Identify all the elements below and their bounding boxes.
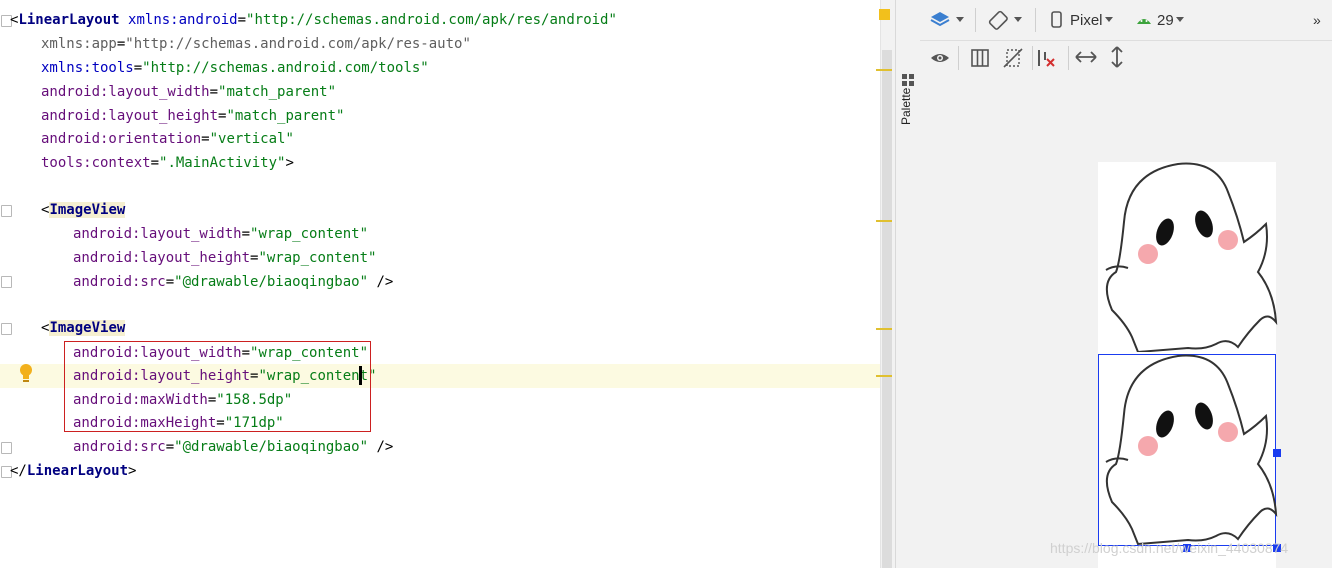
toolbar-separator [1068, 46, 1069, 70]
watermark-text: https://blog.csdn.net/weixin_44030874 [1050, 540, 1289, 556]
code-line-19: </LinearLayout> [10, 463, 137, 479]
xml-code-editor[interactable]: <LinearLayout xmlns:android="http://sche… [0, 0, 880, 568]
code-line-9: android:layout_width="wrap_content" [73, 226, 369, 242]
code-line-11: android:src="@drawable/biaoqingbao" /> [73, 274, 394, 290]
api-level: 29 [1157, 11, 1174, 29]
vertical-resize-icon[interactable] [1110, 46, 1124, 68]
error-stripe-mark[interactable] [876, 220, 892, 222]
toolbar-separator [975, 8, 976, 32]
design-surface-layers-icon[interactable] [930, 11, 964, 29]
chevron-down-icon [1104, 17, 1113, 22]
api-level-selector[interactable]: 29 [1135, 10, 1186, 30]
toolbar-separator [958, 46, 959, 70]
fold-marker[interactable] [1, 442, 12, 454]
toolbar-separator [1032, 46, 1033, 70]
code-line-6: android:orientation="vertical" [41, 131, 294, 147]
preview-toolbar-second [920, 41, 1332, 75]
device-selector[interactable]: Pixel [1050, 10, 1115, 30]
code-line-imageview-2: <ImageView [41, 320, 126, 336]
ghost-image-2[interactable] [1098, 354, 1278, 546]
scrollbar-thumb[interactable] [882, 50, 892, 568]
resize-handle-right[interactable] [1273, 449, 1281, 457]
clear-constraints-icon[interactable] [1035, 47, 1057, 69]
code-line-1: <LinearLayout xmlns:android="http://sche… [10, 12, 617, 28]
fold-marker[interactable] [1, 205, 12, 217]
phone-icon [1051, 11, 1062, 28]
code-line-10: android:layout_height="wrap_content" [73, 250, 377, 266]
error-stripe-mark[interactable] [876, 375, 892, 377]
code-line-4: android:layout_width="match_parent" [41, 84, 337, 100]
code-line-2: xmlns:app="http://schemas.android.com/ap… [41, 36, 471, 52]
orientation-rotate-icon[interactable] [988, 10, 1024, 30]
ghost-image-1[interactable] [1098, 162, 1278, 352]
autoconnect-off-icon[interactable] [1002, 47, 1024, 69]
code-line-18: android:src="@drawable/biaoqingbao" /> [73, 439, 394, 455]
horizontal-resize-icon[interactable] [1075, 50, 1097, 64]
code-line-imageview-1: <ImageView [41, 202, 126, 218]
code-line-3: xmlns:tools="http://schemas.android.com/… [41, 60, 429, 76]
fold-marker[interactable] [1, 323, 12, 335]
fold-marker[interactable] [1, 276, 12, 288]
eye-icon[interactable] [930, 50, 950, 66]
error-stripe-mark[interactable] [876, 69, 892, 71]
toolbar-overflow-button[interactable]: » [1313, 10, 1321, 30]
error-stripe-mark[interactable] [876, 328, 892, 330]
code-line-5: android:layout_height="match_parent" [41, 108, 345, 124]
toolbar-separator [1035, 8, 1036, 32]
chevron-down-icon [1175, 17, 1184, 22]
android-icon [1137, 19, 1151, 24]
palette-icon [902, 74, 914, 86]
device-name: Pixel [1070, 11, 1103, 29]
highlight-annotation-box [64, 341, 371, 432]
code-line-7: tools:context=".MainActivity"> [41, 155, 294, 171]
blueprint-columns-icon[interactable] [970, 48, 990, 68]
lightbulb-icon[interactable] [18, 363, 34, 383]
warning-indicator-icon[interactable] [879, 9, 890, 20]
preview-toolbar-top: Pixel 29 » [920, 0, 1332, 41]
